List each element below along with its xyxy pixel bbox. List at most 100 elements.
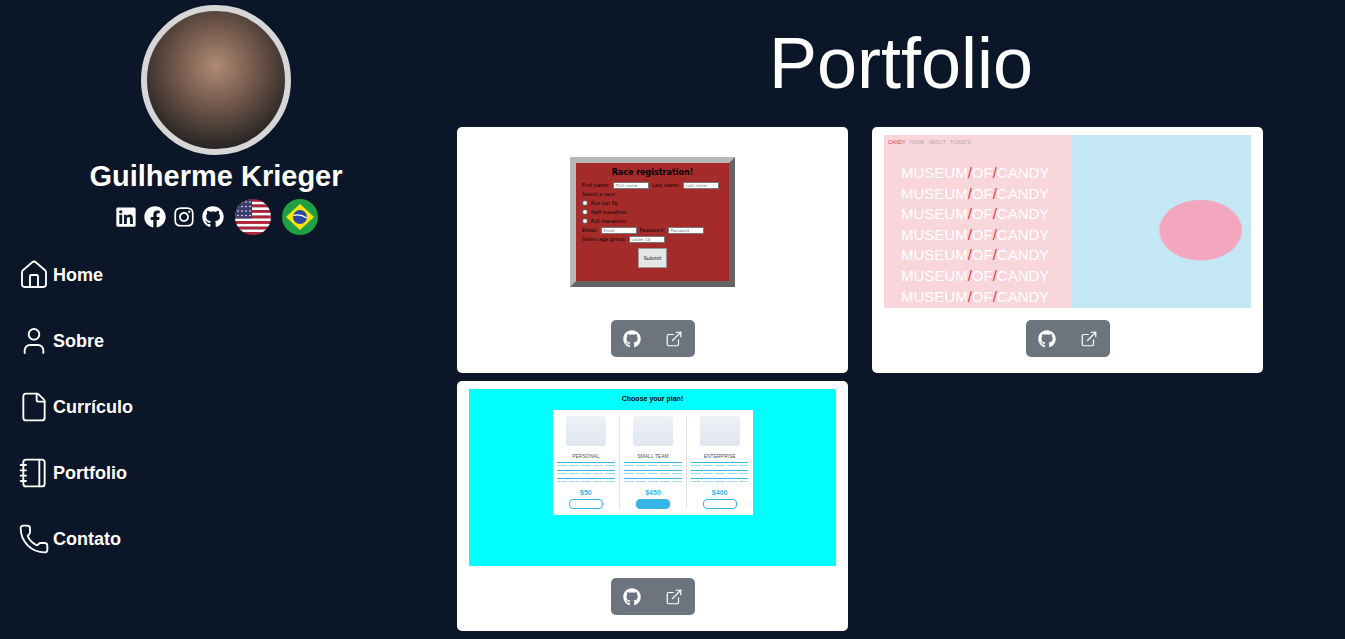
account-row: Email:EmailPassword:Password bbox=[582, 227, 723, 234]
text-input[interactable]: Password bbox=[668, 227, 704, 234]
nav-icon bbox=[18, 259, 50, 291]
candy-hero: CANDYHOMEABOUTTICKETSMUSEUM/OF/CANDYMUSE… bbox=[884, 135, 1071, 308]
field-label: Email: bbox=[582, 227, 598, 234]
plan-name: ENTERPRISE bbox=[704, 453, 736, 459]
candy-headline-line: MUSEUM/OF/CANDY bbox=[901, 225, 1067, 246]
plan-price: $50 bbox=[580, 489, 592, 496]
plan-price: $400 bbox=[712, 489, 728, 496]
nav-item[interactable]: Currículo bbox=[18, 374, 432, 440]
github-button[interactable] bbox=[611, 320, 653, 357]
nav-item[interactable]: Contato bbox=[18, 506, 432, 572]
page-title: Portfolio bbox=[457, 0, 1345, 106]
text-input[interactable]: Last name bbox=[683, 182, 719, 189]
plan-feature bbox=[557, 470, 616, 475]
github-button[interactable] bbox=[1026, 320, 1068, 357]
text-input[interactable]: First name bbox=[613, 182, 649, 189]
avatar bbox=[141, 5, 291, 155]
sidebar: Guilherme Krieger Home Sobre Currículo Portf… bbox=[0, 0, 432, 639]
github-icon bbox=[1038, 330, 1056, 348]
candy-headline-line: MUSEUM/OF/CANDY bbox=[901, 287, 1067, 308]
submit-button[interactable]: Submit bbox=[638, 248, 668, 268]
nav-icon bbox=[18, 457, 50, 489]
race-option-label: Full marathon bbox=[591, 218, 626, 225]
plan-feature bbox=[691, 478, 749, 483]
plans-title: Choose your plan! bbox=[622, 389, 683, 410]
race-option[interactable]: Full marathon bbox=[582, 218, 723, 225]
candy-nav-link[interactable]: TICKETS bbox=[950, 139, 971, 146]
project-grid: Race registration! First name:First name L… bbox=[457, 127, 1345, 631]
race-form-preview: Race registration! First name:First name L… bbox=[469, 135, 836, 308]
linkedin-icon[interactable] bbox=[115, 206, 137, 228]
brazil-flag-icon[interactable] bbox=[282, 199, 318, 235]
radio-button[interactable] bbox=[582, 209, 588, 215]
us-flag-icon[interactable] bbox=[235, 199, 271, 235]
plan-feature bbox=[624, 462, 682, 467]
nav-item[interactable]: Home bbox=[18, 242, 432, 308]
github-icon[interactable] bbox=[202, 206, 224, 228]
project-card: CANDYHOMEABOUTTICKETSMUSEUM/OF/CANDYMUSE… bbox=[872, 127, 1263, 373]
github-button[interactable] bbox=[611, 578, 653, 615]
plans-card: PERSONAL$50 SMALL TEAM $450 ENTERPRISE $400 bbox=[553, 410, 753, 515]
nav-label: Sobre bbox=[53, 331, 104, 352]
page: Guilherme Krieger Home Sobre Currículo Portf… bbox=[0, 0, 1345, 639]
race-option-label: Fun run 5k bbox=[591, 200, 618, 207]
plan-column: PERSONAL$50 bbox=[553, 416, 620, 509]
candy-brand[interactable]: CANDY bbox=[888, 139, 906, 146]
plan-column: SMALL TEAM $450 bbox=[619, 416, 686, 509]
open-link-button[interactable] bbox=[1068, 320, 1110, 357]
candy-headline-line: MUSEUM/OF/CANDY bbox=[901, 163, 1067, 184]
race-option[interactable]: Half marathon bbox=[582, 209, 723, 216]
main-content: Portfolio Race registration! First name:Fi… bbox=[432, 0, 1345, 639]
candy-nav-link[interactable]: ABOUT bbox=[929, 139, 946, 146]
plan-price: $450 bbox=[645, 489, 661, 496]
facebook-icon[interactable] bbox=[144, 206, 166, 228]
nav-item[interactable]: Sobre bbox=[18, 308, 432, 374]
plan-illustration bbox=[700, 416, 740, 446]
plans-preview: Choose your plan!PERSONAL$50 SMALL TEAM $4… bbox=[469, 389, 836, 566]
candy-nav: CANDY HOME ABOUT TICKETS bbox=[888, 139, 1067, 146]
race-option-label: Half marathon bbox=[591, 209, 627, 216]
project-thumbnail: CANDYHOMEABOUTTICKETSMUSEUM/OF/CANDYMUSE… bbox=[884, 135, 1251, 308]
race-label: Select a race: bbox=[582, 191, 723, 198]
external-link-icon bbox=[665, 330, 683, 348]
text-input[interactable]: Email bbox=[601, 227, 637, 234]
plan-column: ENTERPRISE $400 bbox=[686, 416, 753, 509]
age-label: Select age group: bbox=[582, 236, 626, 243]
external-link-icon bbox=[1080, 330, 1098, 348]
nav-item[interactable]: Portfolio bbox=[18, 440, 432, 506]
race-form-title: Race registration! bbox=[582, 166, 723, 180]
project-links bbox=[1026, 320, 1110, 357]
nav-icon bbox=[18, 325, 50, 357]
project-card: Race registration! First name:First name L… bbox=[457, 127, 848, 373]
candy-headline-line: MUSEUM/OF/CANDY bbox=[901, 266, 1067, 287]
field-label: First name: bbox=[582, 182, 610, 189]
project-card: Choose your plan!PERSONAL$50 SMALL TEAM $4… bbox=[457, 381, 848, 631]
plan-button[interactable] bbox=[569, 499, 603, 509]
open-link-button[interactable] bbox=[653, 578, 695, 615]
profile-name: Guilherme Krieger bbox=[89, 158, 342, 194]
project-thumbnail: Choose your plan!PERSONAL$50 SMALL TEAM $4… bbox=[469, 389, 836, 566]
project-links bbox=[611, 578, 695, 615]
social-links bbox=[115, 199, 318, 235]
external-link-icon bbox=[665, 588, 683, 606]
race-option[interactable]: Fun run 5k bbox=[582, 200, 723, 207]
candy-headline: MUSEUM/OF/CANDYMUSEUM/OF/CANDYMUSEUM/OF/… bbox=[888, 146, 1067, 307]
plan-name: SMALL TEAM bbox=[637, 453, 668, 459]
plan-feature bbox=[624, 470, 682, 475]
age-select[interactable]: under 18 bbox=[629, 236, 665, 243]
nav-label: Contato bbox=[53, 529, 121, 550]
plan-button[interactable] bbox=[703, 499, 737, 509]
nav-label: Home bbox=[53, 265, 103, 286]
radio-button[interactable] bbox=[582, 200, 588, 206]
instagram-icon[interactable] bbox=[173, 206, 195, 228]
nav-label: Currículo bbox=[53, 397, 133, 418]
candy-nav-link[interactable]: HOME bbox=[910, 139, 925, 146]
nav-icon bbox=[18, 391, 50, 423]
plan-feature bbox=[557, 462, 616, 467]
name-row: First name:First nameLast name:Last name bbox=[582, 182, 723, 189]
plan-feature bbox=[624, 478, 682, 483]
radio-button[interactable] bbox=[582, 218, 588, 224]
plan-button[interactable] bbox=[636, 499, 670, 509]
nav-label: Portfolio bbox=[53, 463, 127, 484]
open-link-button[interactable] bbox=[653, 320, 695, 357]
